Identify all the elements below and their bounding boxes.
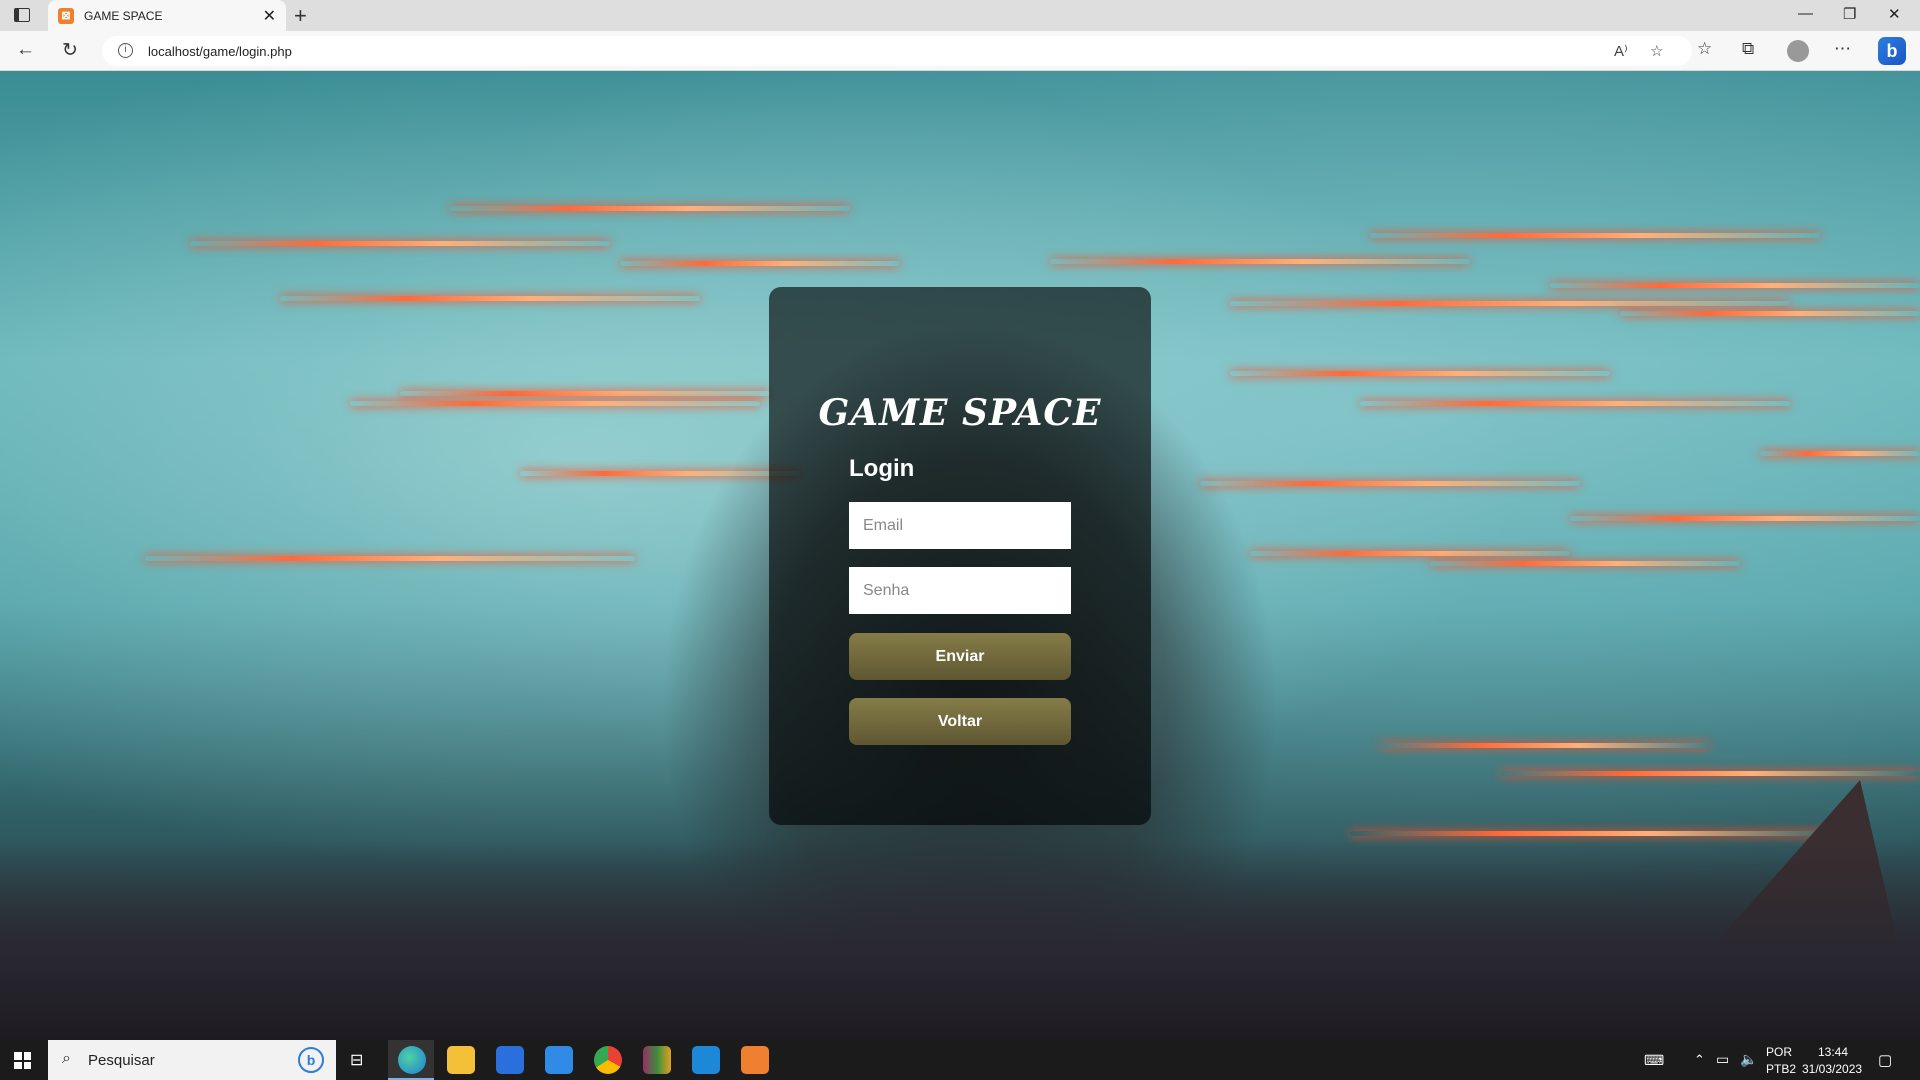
search-placeholder: Pesquisar [88,1052,155,1069]
minimize-icon[interactable]: — [1798,5,1813,22]
back-arrow-icon[interactable]: ← [16,39,35,61]
password-field[interactable] [849,567,1071,614]
laser-streak [1760,451,1920,456]
language-top[interactable]: POR [1766,1045,1792,1059]
laser-streak [1050,259,1470,264]
laser-streak [1620,311,1920,316]
vscode-icon[interactable] [692,1046,720,1074]
login-heading: Login [849,455,915,482]
url-field[interactable]: i localhost/game/login.php A⁾ ☆ [102,36,1692,66]
favorites-icon[interactable]: ☆ [1697,39,1712,59]
notifications-icon[interactable]: ▢ [1878,1051,1892,1069]
brand-title: GAME SPACE [818,392,1102,434]
task-view-icon[interactable]: ⊟ [350,1050,363,1070]
laser-streak [190,241,610,246]
address-bar-row: ← ↻ i localhost/game/login.php A⁾ ☆ ☆ ⧉ … [0,31,1920,71]
laser-streak [145,556,635,561]
submit-button[interactable]: Enviar [849,633,1071,680]
collections-icon[interactable]: ⧉ [1742,39,1754,59]
volume-icon[interactable]: 🔈 [1740,1051,1757,1068]
edge-browser-icon[interactable] [398,1046,426,1074]
winrar-icon[interactable] [643,1046,671,1074]
tab-title: GAME SPACE [84,9,163,23]
laser-streak [1380,743,1710,748]
search-icon: ⌕ [62,1050,71,1067]
laser-streak [1230,371,1610,376]
clock-date[interactable]: 31/03/2023 [1802,1062,1862,1076]
laser-streak [1570,516,1920,521]
tab-actions-icon[interactable] [14,8,30,22]
profile-avatar[interactable] [1787,40,1809,62]
xampp-icon[interactable] [741,1046,769,1074]
page-background: GAME SPACE Login Enviar Voltar [0,71,1920,1040]
back-button[interactable]: Voltar [849,698,1071,745]
login-card: GAME SPACE Login Enviar Voltar [769,287,1151,825]
laser-streak [1360,401,1790,406]
taskbar-search-box[interactable]: ⌕ Pesquisar b [48,1040,336,1080]
keyboard-icon[interactable]: ⌨ [1644,1052,1664,1069]
ground-terrain [0,840,1920,1040]
browser-tab-bar: ⊠ GAME SPACE ✕ + — ❐ ✕ [0,0,1920,31]
new-tab-plus-icon[interactable]: + [294,3,307,29]
laser-streak [1230,301,1790,306]
chrome-icon[interactable] [594,1046,622,1074]
language-bottom[interactable]: PTB2 [1766,1062,1796,1076]
laser-streak [450,206,850,211]
show-hidden-icons-chevron-icon[interactable]: ⌃ [1694,1052,1705,1068]
site-info-icon[interactable]: i [118,43,133,58]
clock-time[interactable]: 13:44 [1818,1045,1848,1059]
file-explorer-icon[interactable] [447,1046,475,1074]
xampp-favicon-icon: ⊠ [58,8,74,24]
more-menu-icon[interactable]: ⋯ [1834,39,1851,59]
restore-icon[interactable]: ❐ [1843,5,1856,23]
laser-streak [620,261,900,266]
window-close-icon[interactable]: ✕ [1888,5,1901,23]
laser-streak [280,296,700,301]
mail-icon[interactable] [545,1046,573,1074]
laser-streak [1500,771,1920,776]
laser-streak [1550,283,1920,288]
tab-close-icon[interactable]: ✕ [263,6,276,26]
laser-streak [1250,551,1570,556]
url-text: localhost/game/login.php [148,44,292,59]
network-icon[interactable]: ▭ [1716,1051,1729,1068]
windows-taskbar: ⌕ Pesquisar b ⊟ ⌨ ⌃ ▭ 🔈 POR PTB2 13:44 3… [0,1040,1920,1080]
read-aloud-icon[interactable]: A⁾ [1614,42,1628,60]
refresh-icon[interactable]: ↻ [62,39,78,62]
bing-chat-icon[interactable]: b [1878,37,1906,65]
bing-search-icon[interactable]: b [298,1047,324,1073]
laser-streak [1370,233,1820,238]
store-icon[interactable] [496,1046,524,1074]
email-field[interactable] [849,502,1071,549]
browser-tab[interactable]: ⊠ GAME SPACE ✕ [48,0,286,31]
laser-streak [1430,561,1740,566]
windows-start-icon[interactable] [14,1052,31,1069]
add-favorite-icon[interactable]: ☆ [1650,42,1663,60]
